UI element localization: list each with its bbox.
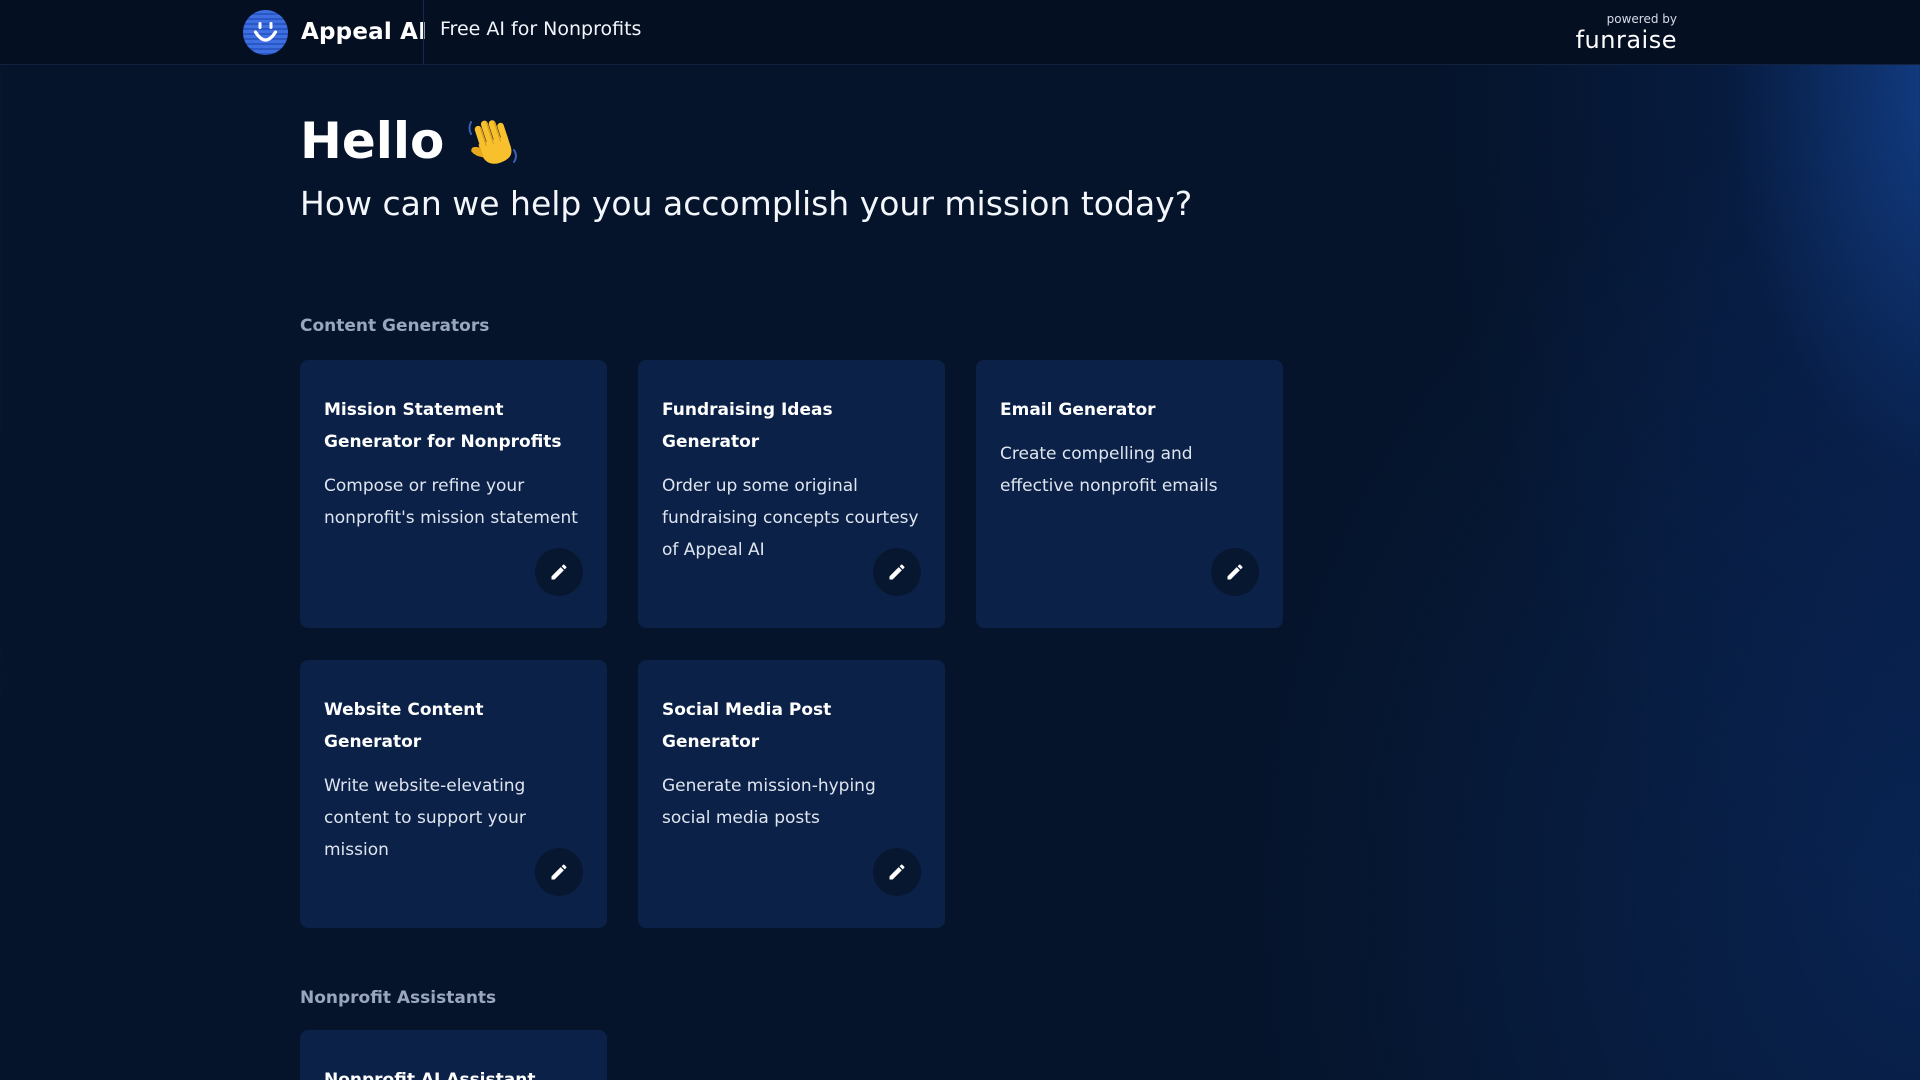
brand-name: Appeal AI xyxy=(301,19,427,45)
card-title: Mission Statement Generator for Nonprofi… xyxy=(324,400,562,452)
card-email-generator[interactable]: Email Generator Create compelling and ef… xyxy=(976,360,1283,628)
greeting-text: Hello xyxy=(300,112,445,170)
brand-home-link[interactable]: Appeal AI xyxy=(243,9,427,55)
card-title: Social Media Post Generator xyxy=(662,700,832,752)
waving-hand-icon xyxy=(466,114,520,168)
edit-button[interactable] xyxy=(535,848,583,896)
card-title: Nonprofit AI Assistant xyxy=(324,1070,536,1080)
edit-button[interactable] xyxy=(873,848,921,896)
smiley-logo-icon xyxy=(243,9,288,55)
edit-button[interactable] xyxy=(535,548,583,596)
header-tagline: Free AI for Nonprofits xyxy=(440,18,642,40)
edit-button[interactable] xyxy=(1211,548,1259,596)
card-title: Email Generator xyxy=(1000,400,1156,420)
card-title: Website Content Generator xyxy=(324,700,484,752)
card-title: Fundraising Ideas Generator xyxy=(662,400,833,452)
pencil-icon xyxy=(889,564,905,580)
card-website-content-generator[interactable]: Website Content Generator Write website-… xyxy=(300,660,607,928)
pencil-icon xyxy=(1227,564,1243,580)
funraise-logo: funraise xyxy=(1575,26,1677,54)
card-description: Create compelling and effective nonprofi… xyxy=(1000,444,1218,496)
pencil-icon xyxy=(889,864,905,880)
page-title: Hello xyxy=(300,112,520,170)
card-description: Compose or refine your nonprofit's missi… xyxy=(324,476,578,528)
card-nonprofit-ai-assistant[interactable]: Nonprofit AI Assistant xyxy=(300,1030,607,1080)
edit-button[interactable] xyxy=(873,548,921,596)
card-fundraising-ideas-generator[interactable]: Fundraising Ideas Generator Order up som… xyxy=(638,360,945,628)
page-subtitle: How can we help you accomplish your miss… xyxy=(300,184,1193,223)
pencil-icon xyxy=(551,864,567,880)
top-navigation-bar: Appeal AI Free AI for Nonprofits powered… xyxy=(0,0,1920,65)
header-divider xyxy=(423,0,424,64)
powered-by-label: powered by xyxy=(1606,12,1677,26)
card-mission-statement-generator[interactable]: Mission Statement Generator for Nonprofi… xyxy=(300,360,607,628)
section-label-content-generators: Content Generators xyxy=(300,316,490,336)
pencil-icon xyxy=(551,564,567,580)
card-social-media-post-generator[interactable]: Social Media Post Generator Generate mis… xyxy=(638,660,945,928)
section-label-nonprofit-assistants: Nonprofit Assistants xyxy=(300,988,497,1008)
card-description: Generate mission-hyping social media pos… xyxy=(662,776,876,828)
powered-by-link[interactable]: powered by funraise xyxy=(1576,12,1677,54)
